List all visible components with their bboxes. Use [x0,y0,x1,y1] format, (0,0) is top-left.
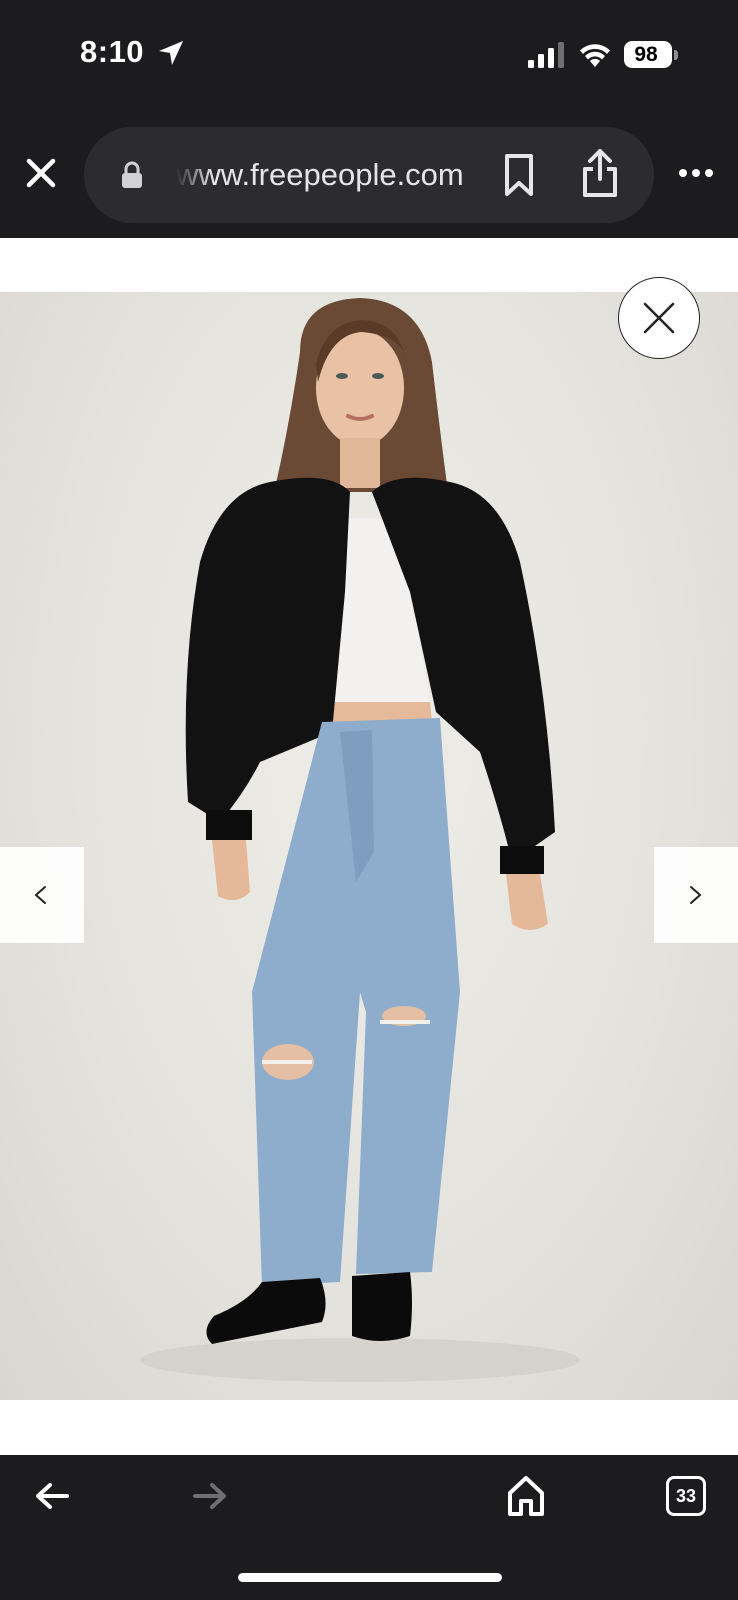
signal-icon [528,42,564,68]
back-arrow-icon[interactable] [34,1481,70,1511]
address-bar[interactable]: www.freepeople.com [84,127,654,223]
battery-nub [674,50,678,60]
battery-level: 98 [634,43,658,66]
battery-indicator: 98 [624,41,672,68]
status-bar: 8:10 98 [0,0,738,110]
lock-icon [122,161,142,188]
browser-toolbar: www.freepeople.com [0,110,738,238]
url-fade [176,153,212,197]
close-gallery-button[interactable] [618,277,700,359]
web-page [0,238,738,1455]
share-icon[interactable] [580,147,620,199]
home-icon[interactable] [506,1473,546,1517]
bookmark-icon[interactable] [502,153,536,197]
chevron-right-icon [690,886,702,904]
wifi-icon [580,44,610,67]
model-illustration [140,298,580,1382]
close-icon [643,302,675,334]
previous-image-button[interactable] [0,847,84,943]
next-image-button[interactable] [654,847,738,943]
more-icon[interactable] [678,166,714,180]
status-time: 8:10 [80,34,145,69]
location-arrow-icon [159,41,183,65]
chevron-left-icon [34,886,46,904]
forward-arrow-icon[interactable] [192,1481,228,1511]
home-indicator [238,1573,502,1582]
tabs-icon[interactable]: 33 [666,1476,706,1516]
browser-bottom-bar: 33 [0,1455,738,1600]
close-tab-icon[interactable] [24,156,58,190]
product-image[interactable] [0,292,738,1400]
